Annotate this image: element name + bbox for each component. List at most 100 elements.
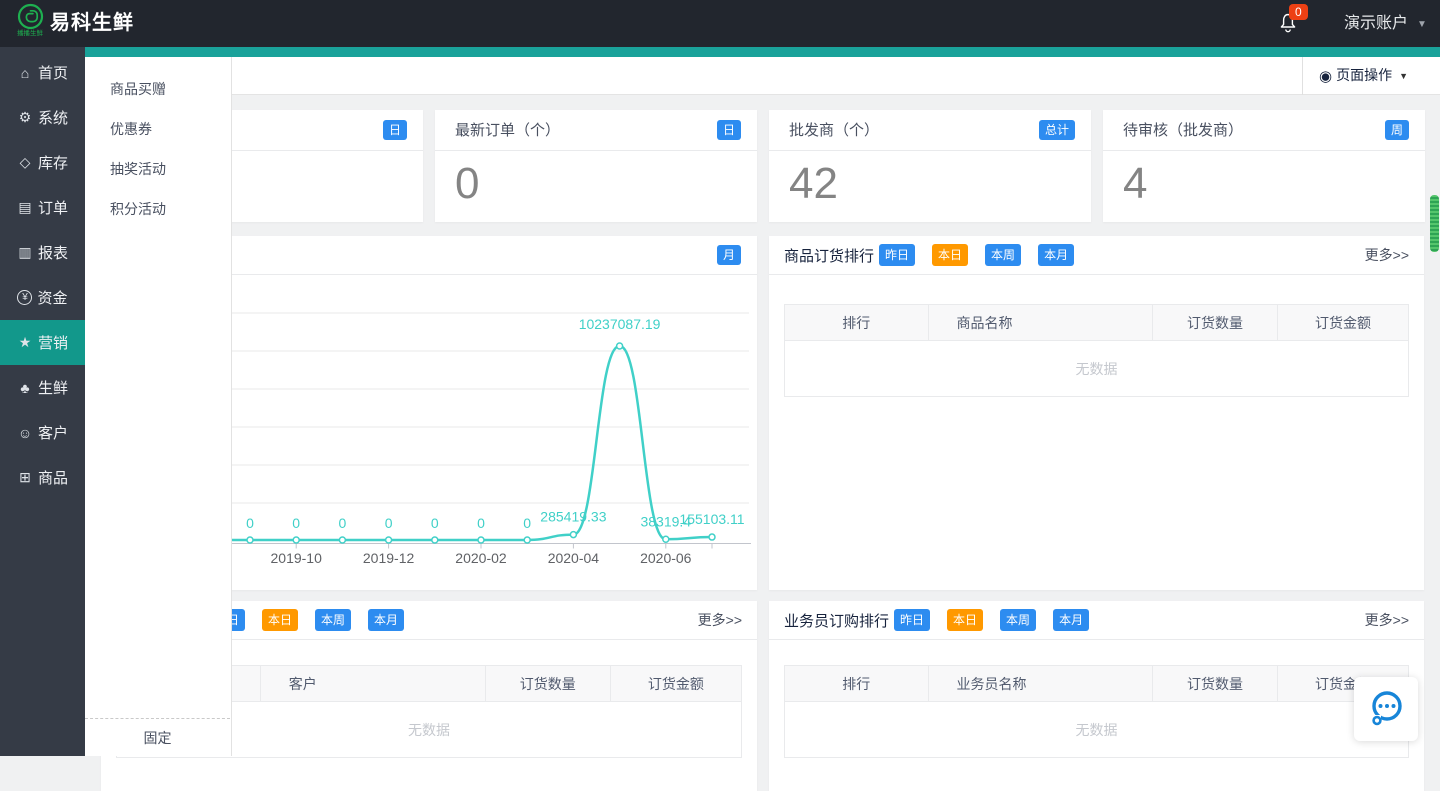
period-tabs: 昨日 本日 本周 本月 — [894, 609, 1089, 631]
sidebar-item-inventory[interactable]: ◇库存 — [0, 140, 85, 185]
tab-yesterday[interactable]: 昨日 — [894, 609, 930, 631]
tab-yesterday[interactable]: 昨日 — [879, 244, 915, 266]
panel-title: 商品订货排行 — [784, 245, 874, 266]
panel-title: 业务员订购排行 — [784, 610, 889, 631]
stat-value: 0 — [435, 151, 757, 209]
sidebar-item-label: 客户 — [38, 422, 68, 443]
empty-data-text: 无数据 — [785, 341, 1409, 397]
svg-text:2019-12: 2019-12 — [363, 550, 415, 566]
svg-text:10237087.19: 10237087.19 — [579, 316, 661, 332]
col-order-amount: 订货金额 — [1277, 305, 1408, 341]
box-icon: ◇ — [17, 154, 33, 171]
report-icon: ▥ — [17, 244, 33, 261]
logo-icon — [17, 3, 44, 30]
page-actions-dropdown[interactable]: ◉页面操作▼ — [1302, 57, 1440, 95]
salesman-ranking-panel: 业务员订购排行 昨日 本日 本周 本月 更多>> 排行 业务员名称 订货数量 订… — [769, 601, 1424, 791]
sidebar-item-customers[interactable]: ☺ 客户 — [0, 410, 85, 455]
period-badge[interactable]: 日 — [383, 120, 407, 140]
svg-text:0: 0 — [339, 515, 347, 531]
svg-text:155103.11: 155103.11 — [679, 511, 744, 527]
period-badge[interactable]: 总计 — [1039, 120, 1075, 140]
document-icon: ▤ — [17, 199, 33, 216]
sidebar-item-marketing[interactable]: ★ 营销 — [0, 320, 85, 365]
star-icon: ★ — [17, 334, 33, 351]
sidebar-item-orders[interactable]: ▤ 订单 — [0, 185, 85, 230]
col-order-qty: 订货数量 — [1153, 305, 1278, 341]
home-icon: ⌂ — [17, 65, 33, 81]
sidebar-item-funds[interactable]: ¥ 资金 — [0, 275, 85, 320]
account-menu[interactable]: 演示账户▼ — [1344, 0, 1427, 47]
logo-caption: 播播生鲜 — [12, 30, 49, 36]
scrollbar-thumb[interactable] — [1430, 195, 1439, 252]
sidebar-item-reports[interactable]: ▥ 报表 — [0, 230, 85, 275]
stat-card-wholesalers: 批发商（个） 总计 42 — [769, 110, 1091, 222]
notification-count-badge: 0 — [1289, 4, 1308, 20]
more-link[interactable]: 更多>> — [1365, 601, 1409, 640]
grid-icon: ⊞ — [17, 469, 33, 486]
sidebar-item-home[interactable]: ⌂ 首页 — [0, 50, 85, 95]
stat-card-latest-orders: 最新订单（个） 日 0 — [435, 110, 757, 222]
submenu-item-gift[interactable]: 商品买赠 — [85, 69, 231, 109]
tab-this-week[interactable]: 本周 — [985, 244, 1021, 266]
submenu-pin-button[interactable]: 固定 — [85, 718, 230, 756]
period-badge[interactable]: 月 — [717, 245, 741, 265]
sidebar-item-system[interactable]: ⚙ 系统 — [0, 95, 85, 140]
chevron-down-icon: ▼ — [1399, 71, 1408, 81]
sidebar-item-fresh[interactable]: ♣ 生鲜 — [0, 365, 85, 410]
stat-title: 批发商（个） — [789, 110, 879, 151]
svg-text:2020-04: 2020-04 — [548, 550, 600, 566]
svg-text:0: 0 — [523, 515, 531, 531]
svg-text:0: 0 — [246, 515, 254, 531]
sidebar-item-label: 报表 — [38, 242, 68, 263]
stat-title: 最新订单（个） — [455, 110, 560, 151]
svg-text:0: 0 — [477, 515, 485, 531]
tab-this-month[interactable]: 本月 — [368, 609, 404, 631]
chat-button[interactable] — [1354, 677, 1418, 741]
chat-bubble-icon — [1365, 687, 1407, 731]
user-icon: ☺ — [17, 425, 33, 441]
app-title: 易科生鲜 — [50, 0, 134, 47]
stat-card-pending-review: 待审核（批发商） 周 4 — [1103, 110, 1425, 222]
account-name: 演示账户 — [1344, 15, 1408, 32]
page-toolbar: ◉页面操作▼ — [85, 57, 1440, 95]
submenu-item-lottery[interactable]: 抽奖活动 — [85, 149, 231, 189]
tab-today[interactable]: 本日 — [262, 609, 298, 631]
tab-this-month[interactable]: 本月 — [1053, 609, 1089, 631]
yen-circle-icon: ¥ — [17, 290, 32, 305]
sidebar-item-label: 首页 — [38, 62, 68, 83]
sidebar-item-goods[interactable]: ⊞ 商品 — [0, 455, 85, 500]
svg-text:2020-02: 2020-02 — [455, 550, 507, 566]
period-badge[interactable]: 周 — [1385, 120, 1409, 140]
stat-title: 待审核（批发商） — [1123, 110, 1243, 151]
period-tabs: 昨日 本日 本周 本月 — [879, 244, 1074, 266]
empty-data-text: 无数据 — [785, 702, 1409, 758]
submenu-item-points[interactable]: 积分活动 — [85, 189, 231, 229]
marketing-submenu: 商品买赠 优惠券 抽奖活动 积分活动 固定 — [85, 57, 232, 756]
table-row: 无数据 — [785, 702, 1409, 758]
more-link[interactable]: 更多>> — [1365, 236, 1409, 275]
sidebar-item-label: 系统 — [38, 107, 68, 128]
sidebar-item-label: 订单 — [38, 197, 68, 218]
tab-this-week[interactable]: 本周 — [1000, 609, 1036, 631]
sidebar-item-label: 营销 — [38, 332, 68, 353]
product-ranking-panel: 商品订货排行 昨日 本日 本周 本月 更多>> 排行 商品名称 订货数量 订货金… — [769, 236, 1424, 590]
gear-icon: ⚙ — [17, 109, 33, 126]
sidebar-item-label: 生鲜 — [38, 377, 68, 398]
salesman-ranking-table: 排行 业务员名称 订货数量 订货金额 无数据 — [784, 665, 1409, 758]
svg-text:38319.4: 38319.4 — [640, 513, 691, 529]
submenu-item-coupon[interactable]: 优惠券 — [85, 109, 231, 149]
app-header: 播播生鲜 易科生鲜 0 演示账户▼ — [0, 0, 1440, 47]
sidebar-nav: ⌂ 首页 ⚙ 系统 ◇库存 ▤ 订单 ▥ 报表 ¥ 资金 ★ 营销 ♣ 生鲜 ☺ 客户 ⊞ 商品 — [0, 47, 85, 756]
more-link[interactable]: 更多>> — [698, 601, 742, 640]
tab-this-month[interactable]: 本月 — [1038, 244, 1074, 266]
col-rank: 排行 — [785, 305, 929, 341]
tree-icon: ♣ — [17, 380, 33, 396]
sidebar-item-label: 商品 — [38, 467, 68, 488]
col-rank: 排行 — [785, 666, 929, 702]
tab-this-week[interactable]: 本周 — [315, 609, 351, 631]
notification-bell[interactable]: 0 — [1276, 11, 1316, 41]
tab-today[interactable]: 本日 — [932, 244, 968, 266]
period-badge[interactable]: 日 — [717, 120, 741, 140]
tab-today[interactable]: 本日 — [947, 609, 983, 631]
sidebar-item-label: 资金 — [37, 287, 67, 308]
